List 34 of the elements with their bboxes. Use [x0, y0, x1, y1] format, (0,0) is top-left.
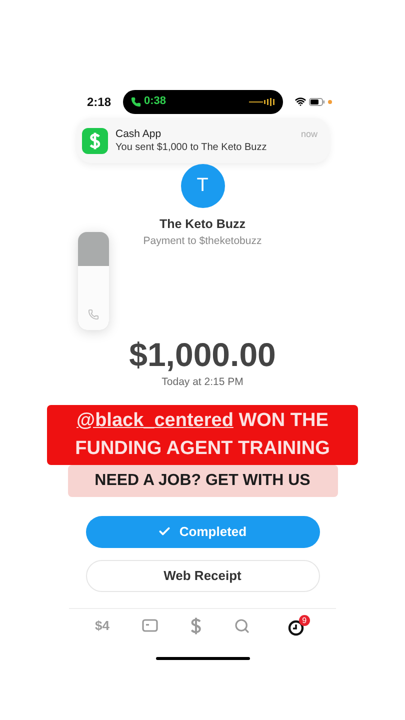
activity-tab[interactable]: 9: [282, 615, 310, 636]
card-icon: [142, 619, 158, 632]
phone-icon: [131, 96, 142, 107]
volume-slider[interactable]: [78, 232, 109, 330]
completed-button[interactable]: Completed: [86, 516, 320, 548]
dollar-icon: [190, 616, 202, 635]
status-time: 2:18: [87, 94, 112, 111]
payment-amount: $1,000.00: [129, 337, 276, 374]
payment-date: Today at 2:15 PM: [162, 375, 244, 390]
balance-tab[interactable]: $4: [95, 616, 110, 636]
notification-time: now: [300, 128, 318, 141]
wifi-icon: [295, 96, 306, 108]
notification-card[interactable]: Cash App now You sent $1,000 to The Keto Buzz: [76, 118, 328, 164]
payment-subtitle: Payment to $theketobuzz: [143, 234, 262, 250]
recipient-name: The Keto Buzz: [159, 216, 246, 233]
call-timer: 0:38: [144, 94, 166, 110]
caption-line: FUNDING AGENT TRAINING: [75, 437, 330, 461]
notification-badge: 9: [298, 615, 310, 626]
web-receipt-button[interactable]: Web Receipt: [86, 560, 320, 592]
notification-app-name: Cash App: [116, 128, 162, 141]
avatar: T: [180, 164, 224, 208]
clock-icon: [288, 620, 304, 636]
search-icon: [234, 618, 250, 634]
card-tab[interactable]: [142, 619, 158, 632]
waveform-icon: [249, 98, 276, 106]
dollar-tab[interactable]: [190, 616, 202, 635]
search-tab[interactable]: [234, 618, 250, 634]
caption-line: NEED A JOB? GET WITH US: [94, 471, 310, 491]
phone-icon: [88, 309, 99, 320]
notification-message: You sent $1,000 to The Keto Buzz: [116, 140, 268, 154]
privacy-dot-icon: [328, 100, 332, 104]
caption-line: @black_centered WON THE: [76, 409, 328, 433]
battery-icon: [309, 98, 325, 106]
cash-app-icon: [82, 128, 108, 154]
